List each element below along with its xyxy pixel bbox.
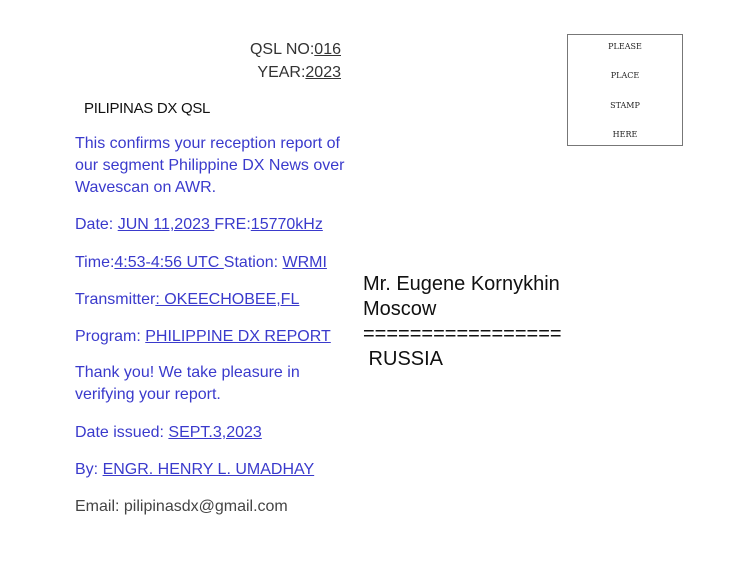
stamp-text: PLEASE xyxy=(608,42,642,51)
stamp-box: PLEASE PLACE STAMP HERE xyxy=(567,34,683,146)
year-value: 2023 xyxy=(305,64,341,81)
qsl-number: QSL NO:016 xyxy=(250,38,341,61)
date-label: Date: xyxy=(75,216,118,233)
stamp-text: HERE xyxy=(612,130,638,139)
frequency-label: FRE: xyxy=(214,216,251,233)
stamp-text: STAMP xyxy=(610,101,640,110)
station-label: Station: xyxy=(223,254,283,271)
frequency-value: 15770kHz xyxy=(250,216,323,233)
program-label: Program: xyxy=(75,328,146,345)
address-separator: ================= xyxy=(363,323,562,345)
thanks-text: Thank you! We take pleasure in verifying… xyxy=(75,364,300,403)
recipient-address: Mr. Eugene Kornykhin Moscow ============… xyxy=(363,272,562,372)
date-value: JUN 11,2023 xyxy=(117,216,215,233)
program-line: Program: PHILIPPINE DX REPORT xyxy=(75,326,365,348)
date-line: Date: JUN 11,2023 FRE:15770kHz xyxy=(75,214,375,236)
by-label: By: xyxy=(75,461,103,478)
time-value: 4:53-4:56 UTC xyxy=(114,254,224,271)
stamp-text: PLACE xyxy=(610,71,640,80)
station-value: WRMI xyxy=(282,254,327,271)
issued-line: Date issued: SEPT.3,2023 xyxy=(75,422,365,444)
card-title: PILIPINAS DX QSL xyxy=(84,100,211,117)
qsl-number-label: QSL NO: xyxy=(249,41,315,58)
recipient-city: Moscow xyxy=(363,298,437,320)
by-line: By: ENGR. HENRY L. UMADHAY xyxy=(75,459,365,481)
program-value: PHILIPPINE DX REPORT xyxy=(145,328,331,345)
year: YEAR:2023 xyxy=(257,61,341,84)
qsl-number-value: 016 xyxy=(314,41,341,58)
transmitter-line: Transmitter: OKEECHOBEE,FL xyxy=(75,289,365,311)
transmitter-label: Transmitter xyxy=(75,291,156,308)
recipient-country: RUSSIA xyxy=(363,348,444,370)
issued-label: Date issued: xyxy=(75,424,169,441)
by-value: ENGR. HENRY L. UMADHAY xyxy=(102,461,315,478)
confirmation-text: This confirms your reception report of o… xyxy=(75,135,345,196)
time-line: Time:4:53-4:56 UTC Station: WRMI xyxy=(75,252,375,274)
transmitter-value: : OKEECHOBEE,FL xyxy=(155,291,300,308)
time-label: Time: xyxy=(75,254,115,271)
recipient-name: Mr. Eugene Kornykhin xyxy=(363,273,560,295)
issued-value: SEPT.3,2023 xyxy=(168,424,262,441)
email-line: Email: pilipinasdx@gmail.com xyxy=(75,498,288,515)
year-label: YEAR: xyxy=(257,64,306,81)
